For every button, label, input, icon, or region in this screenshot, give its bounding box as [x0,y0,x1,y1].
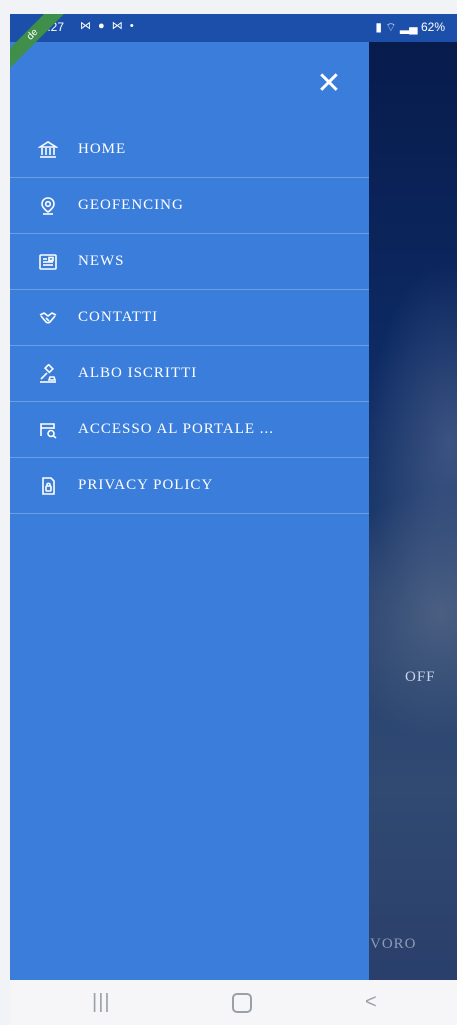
drawer-item-label: CONTATTI [78,309,159,325]
recents-button[interactable]: ||| [92,991,111,1014]
drawer-item-label: PRIVACY POLICY [78,477,214,493]
back-button[interactable]: < [365,991,377,1014]
drawer-item-label: GEOFENCING [78,197,184,213]
drawer-item-geofencing[interactable]: GEOFENCING [10,178,369,234]
drawer-item-privacy-policy[interactable]: PRIVACY POLICY [10,458,369,514]
status-bar: de 17:27 ⋈ ● ⋈ • ▮ ⌔ ▂▄ 62% [10,14,457,72]
document-lock-icon [38,476,58,496]
drawer-item-news[interactable]: NEWS [10,234,369,290]
signal-icon: ▮ ⌔ ▂▄ [375,20,421,34]
drawer-item-accesso-portale[interactable]: ACCESSO AL PORTALE ... [10,402,369,458]
drawer-item-home[interactable]: HOME [10,122,369,178]
close-icon[interactable]: ✕ [315,69,343,99]
portal-search-icon [38,420,58,440]
phone-screen: OFF VORO de 17:27 ⋈ ● ⋈ • ▮ ⌔ ▂▄ 62% ✕ H… [10,14,457,1025]
navigation-drawer: ✕ HOME GEOFENCING NEWS CONTATTI ALBO ISC… [10,42,369,980]
drawer-item-label: HOME [78,141,127,157]
drawer-item-label: ACCESSO AL PORTALE ... [78,421,275,437]
drawer-item-contatti[interactable]: CONTATTI [10,290,369,346]
notification-icons: ⋈ ● ⋈ • [80,20,136,32]
background-text-voro: VORO [370,936,417,952]
drawer-item-albo-iscritti[interactable]: ALBO ISCRITTI [10,346,369,402]
drawer-item-label: ALBO ISCRITTI [78,365,198,381]
drawer-item-label: NEWS [78,253,125,269]
bank-icon [38,140,58,160]
gavel-icon [38,363,58,384]
location-pin-icon [38,196,58,216]
home-button[interactable] [232,993,252,1013]
drawer-menu: HOME GEOFENCING NEWS CONTATTI ALBO ISCRI… [10,122,369,514]
battery-percentage: ▮ ⌔ ▂▄ 62% [375,20,445,34]
handshake-icon [38,308,58,328]
system-nav-bar: ||| < [10,980,457,1025]
newspaper-icon [38,252,58,272]
background-text-offe: OFF [405,669,436,685]
